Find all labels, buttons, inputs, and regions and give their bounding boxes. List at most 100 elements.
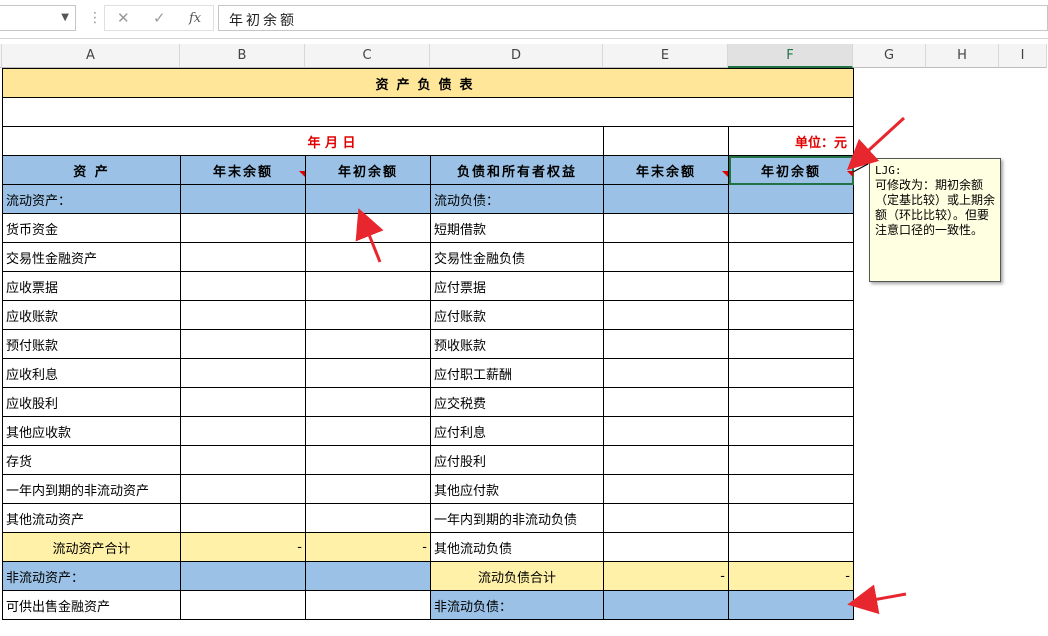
cell-c[interactable] [305, 358, 431, 388]
cell-b[interactable] [180, 358, 306, 388]
header-cell[interactable]: 年末余额 [603, 155, 729, 185]
cell-f[interactable] [728, 387, 854, 417]
cell-c[interactable] [305, 387, 431, 417]
cell-d[interactable]: 应付职工薪酬 [430, 358, 604, 388]
cell-e[interactable] [603, 213, 729, 243]
cell-a[interactable]: 其他流动资产 [2, 503, 181, 533]
cell-f[interactable] [728, 416, 854, 446]
cell-b[interactable] [180, 503, 306, 533]
cell-e[interactable] [603, 445, 729, 475]
column-header-g[interactable]: G [853, 44, 926, 68]
cell-c[interactable] [305, 213, 431, 243]
cell-d[interactable]: 应交税费 [430, 387, 604, 417]
cell-c[interactable] [305, 590, 431, 620]
chevron-down-icon[interactable]: ▼ [61, 12, 69, 23]
cell-c[interactable] [305, 474, 431, 504]
cell-c[interactable] [305, 416, 431, 446]
cell-c[interactable] [305, 561, 431, 591]
cell-a[interactable]: 预付账款 [2, 329, 181, 359]
cell-f[interactable] [728, 213, 854, 243]
cell-f[interactable] [728, 329, 854, 359]
cell-f[interactable] [728, 184, 854, 214]
cell-d[interactable]: 预收账款 [430, 329, 604, 359]
cell-d[interactable]: 短期借款 [430, 213, 604, 243]
cell-b[interactable] [180, 300, 306, 330]
cell-c[interactable] [305, 503, 431, 533]
cell-comment[interactable]: LJG: 可修改为：期初余额（定基比较）或上期余额（环比比较）。但要注意口径的一… [869, 158, 1001, 282]
sheet-title[interactable]: 资产负债表 [2, 68, 854, 98]
cell-d[interactable]: 流动负债： [430, 184, 604, 214]
cell-a[interactable]: 应收账款 [2, 300, 181, 330]
header-cell[interactable]: 年初余额 [305, 155, 431, 185]
cell-d[interactable]: 一年内到期的非流动负债 [430, 503, 604, 533]
column-header-d[interactable]: D [430, 44, 603, 68]
cell-c[interactable]: - [305, 532, 431, 562]
cell-e[interactable] [603, 184, 729, 214]
column-header-a[interactable]: A [2, 44, 180, 68]
cell-a[interactable]: 应收票据 [2, 271, 181, 301]
header-cell[interactable]: 负债和所有者权益 [430, 155, 604, 185]
cell-b[interactable] [180, 242, 306, 272]
cell-e[interactable] [603, 329, 729, 359]
cell-b[interactable]: - [180, 532, 306, 562]
cell-e[interactable] [603, 474, 729, 504]
name-box[interactable]: ▼ [0, 5, 76, 31]
cell-e[interactable] [603, 590, 729, 620]
column-header-e[interactable]: E [603, 44, 728, 68]
comment-indicator[interactable] [847, 171, 853, 177]
cancel-icon[interactable]: ✕ [117, 9, 130, 27]
cell-c[interactable] [305, 445, 431, 475]
header-cell[interactable]: 年初余额 [728, 155, 854, 185]
cell-d[interactable]: 其他应付款 [430, 474, 604, 504]
cell-e[interactable] [603, 503, 729, 533]
comment-indicator[interactable] [722, 171, 728, 177]
cell-d[interactable]: 流动负债合计 [430, 561, 604, 591]
cell-d[interactable]: 其他流动负债 [430, 532, 604, 562]
cell-a[interactable]: 应收利息 [2, 358, 181, 388]
cell-e[interactable] [603, 416, 729, 446]
cell-b[interactable] [180, 561, 306, 591]
column-header-f[interactable]: F [728, 44, 853, 68]
cell-e[interactable] [603, 532, 729, 562]
cell-a[interactable]: 应收股利 [2, 387, 181, 417]
cell-f[interactable] [728, 242, 854, 272]
column-header-i[interactable]: I [999, 44, 1047, 68]
cell-a[interactable]: 可供出售金融资产 [2, 590, 181, 620]
cell-e[interactable] [603, 271, 729, 301]
formula-input[interactable]: 年初余额 [218, 5, 1048, 31]
unit-label[interactable]: 单位：元 [728, 126, 854, 156]
column-header-b[interactable]: B [180, 44, 305, 68]
blank-row[interactable] [2, 97, 854, 127]
cell-a[interactable]: 一年内到期的非流动资产 [2, 474, 181, 504]
cell-b[interactable] [180, 474, 306, 504]
cell-a[interactable]: 其他应收款 [2, 416, 181, 446]
cell-f[interactable] [728, 358, 854, 388]
cell-b[interactable] [180, 445, 306, 475]
cell-b[interactable] [180, 387, 306, 417]
cell-a[interactable]: 非流动资产： [2, 561, 181, 591]
header-cell[interactable]: 资 产 [2, 155, 181, 185]
confirm-icon[interactable]: ✓ [153, 9, 166, 27]
cell-f[interactable] [728, 300, 854, 330]
cell-f[interactable]: - [728, 561, 854, 591]
cell-a[interactable]: 货币资金 [2, 213, 181, 243]
cell-e[interactable] [603, 387, 729, 417]
comment-indicator[interactable] [299, 171, 305, 177]
column-header-h[interactable]: H [926, 44, 999, 68]
cell-b[interactable] [180, 329, 306, 359]
cell-f[interactable] [728, 474, 854, 504]
cell-b[interactable] [180, 590, 306, 620]
cell-f[interactable] [728, 590, 854, 620]
cell-c[interactable] [305, 242, 431, 272]
cell-f[interactable] [728, 271, 854, 301]
cell-d[interactable]: 非流动负债： [430, 590, 604, 620]
cell-a[interactable]: 存货 [2, 445, 181, 475]
cell-f[interactable] [728, 503, 854, 533]
cell-a[interactable]: 流动资产： [2, 184, 181, 214]
cell-b[interactable] [180, 271, 306, 301]
cell-a[interactable]: 流动资产合计 [2, 532, 181, 562]
cell-a[interactable]: 交易性金融资产 [2, 242, 181, 272]
column-header-c[interactable]: C [305, 44, 430, 68]
cell-c[interactable] [305, 271, 431, 301]
cell-b[interactable] [180, 213, 306, 243]
